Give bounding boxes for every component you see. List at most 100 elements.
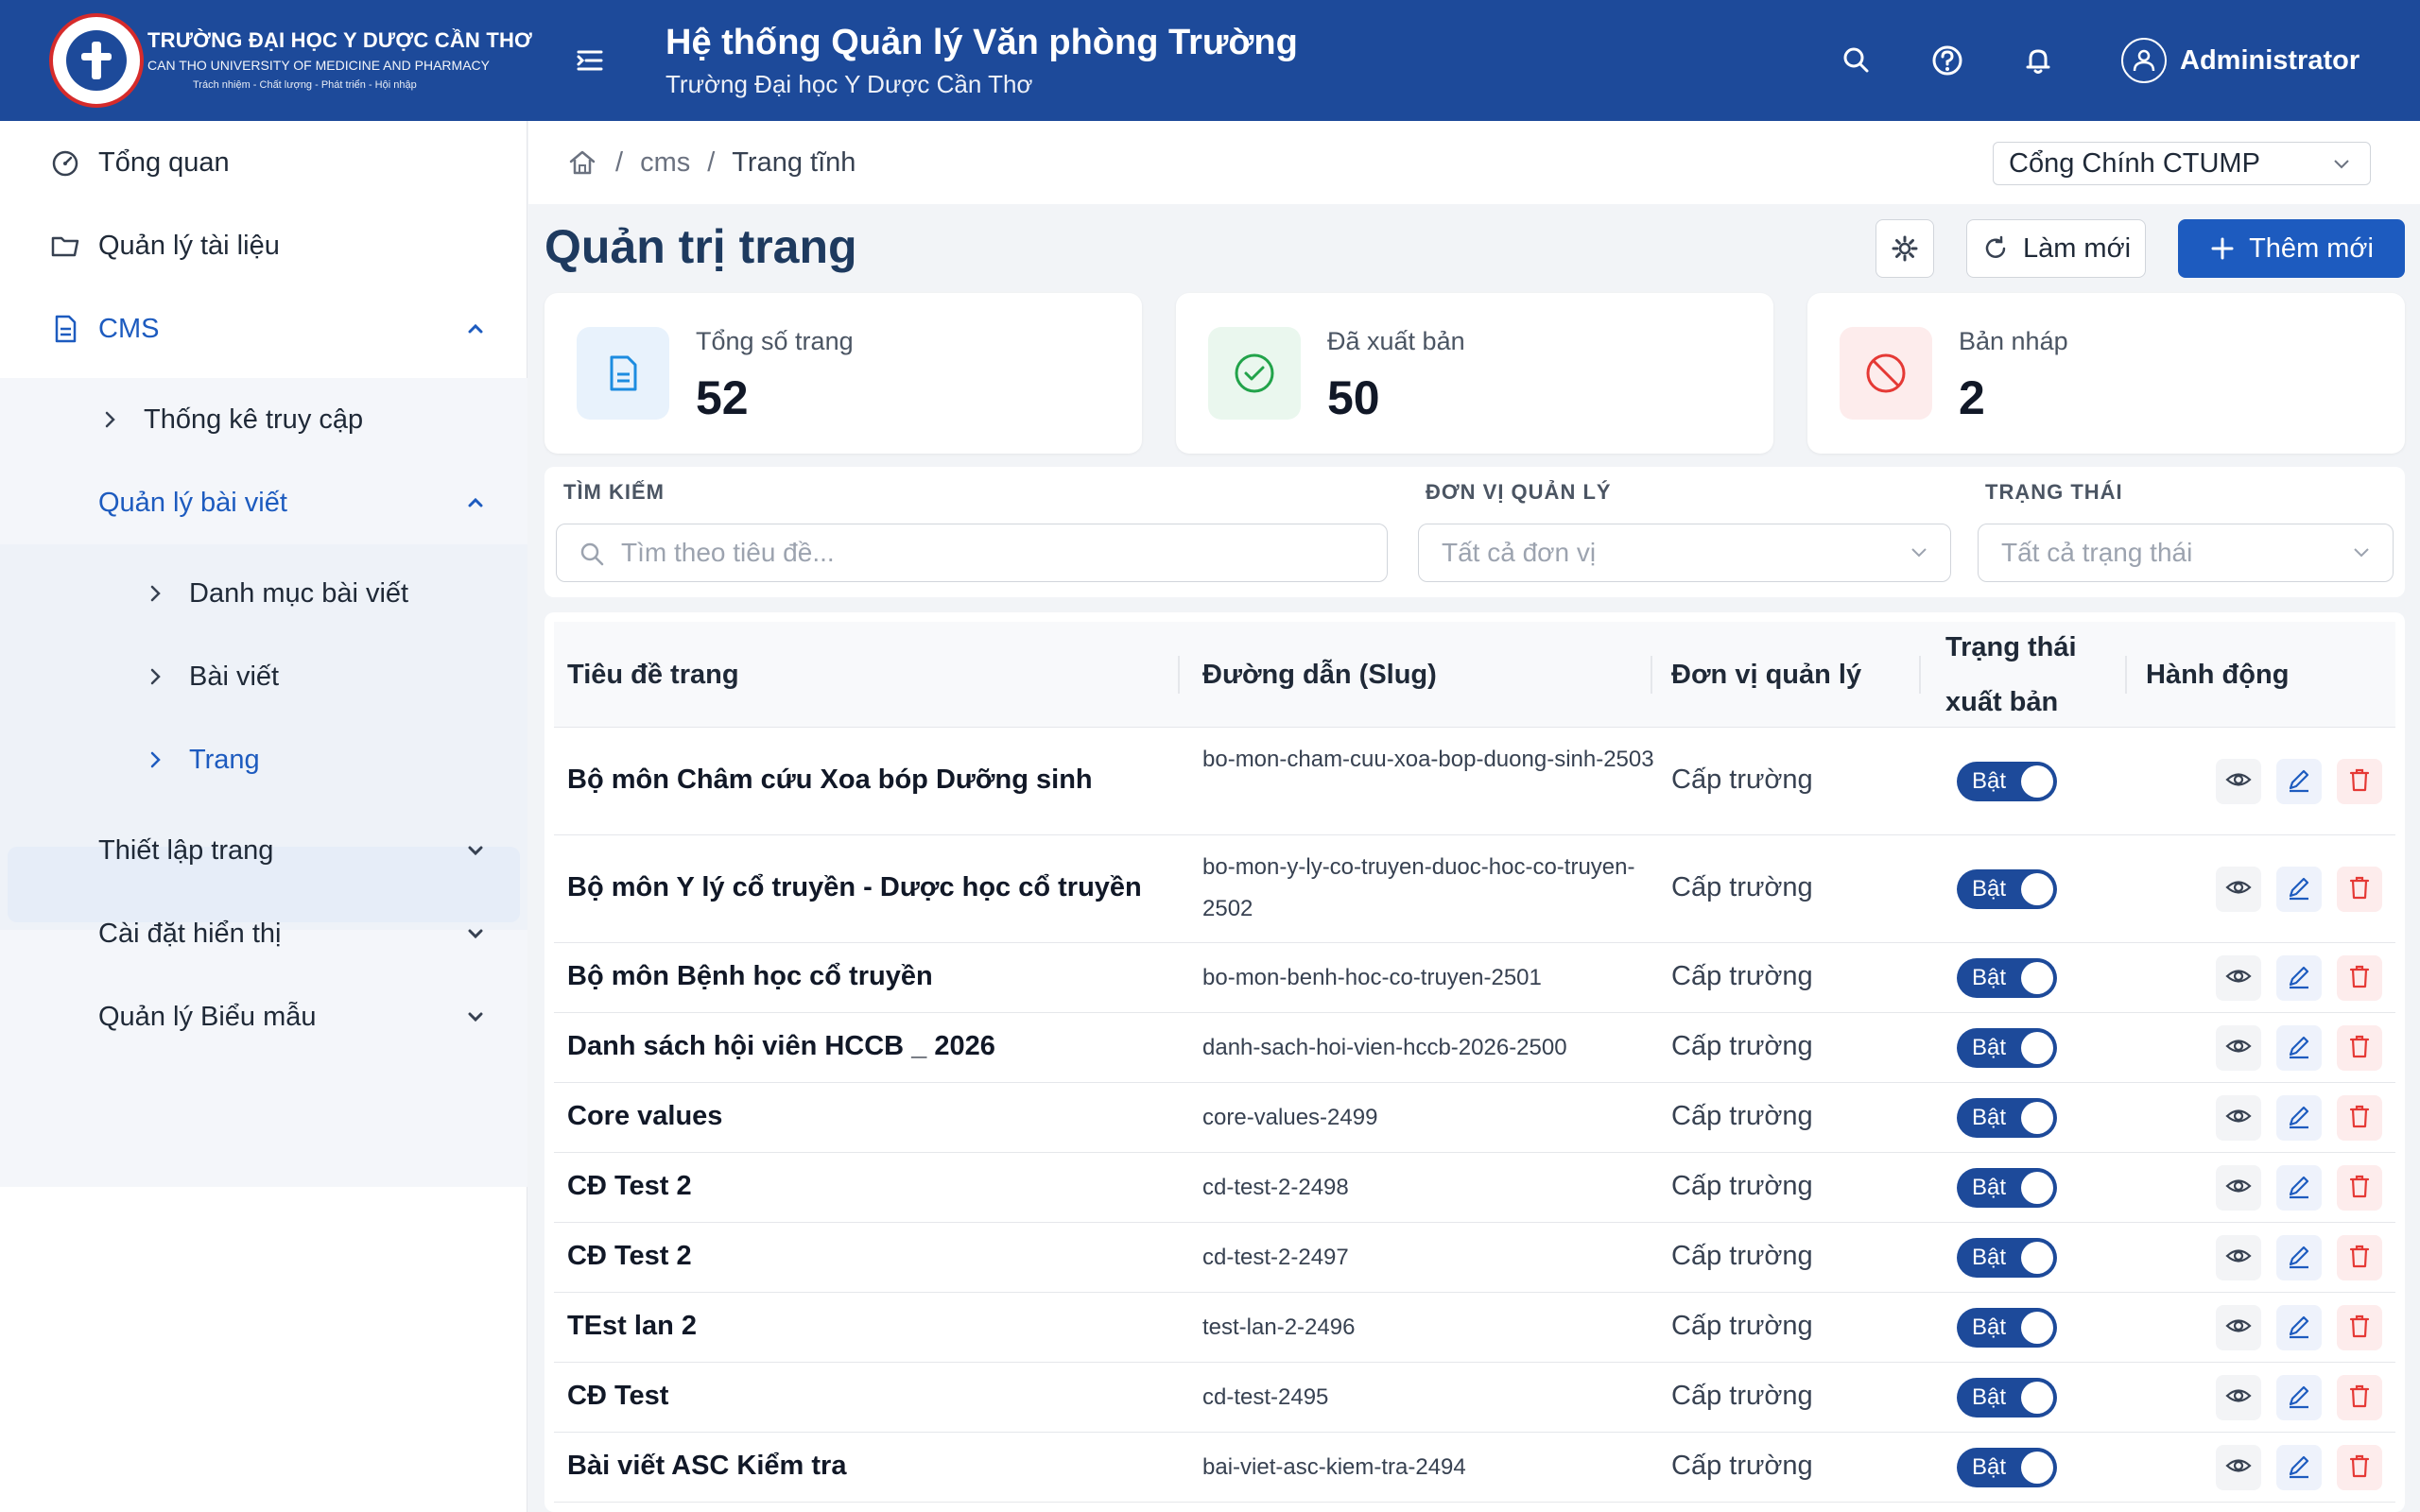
trash-icon [2345, 1312, 2374, 1345]
portal-select[interactable]: Cổng Chính CTUMP [1993, 142, 2371, 185]
column-header-unit[interactable]: Đơn vị quản lý [1671, 622, 1861, 728]
sidebar-item-post-categories[interactable]: Danh mục bài viết [0, 552, 527, 635]
page-title-cell[interactable]: Danh sách hội viên HCCB _ 2026 [567, 1031, 995, 1062]
search-icon[interactable] [1838, 42, 1876, 79]
chevron-down-icon [468, 929, 483, 939]
sidebar-item-display-settings[interactable]: Cài đặt hiển thị [0, 892, 527, 975]
refresh-icon [1985, 235, 2006, 258]
filter-panel: TÌM KIẾM Tìm theo tiêu đề... ĐƠN VỊ QUẢN… [544, 467, 2405, 597]
view-button[interactable] [2216, 1305, 2261, 1350]
delete-button[interactable] [2337, 1445, 2382, 1490]
table-row[interactable]: Danh sách hội viên HCCB _ 2026 danh-sach-… [554, 1013, 2395, 1083]
edit-button[interactable] [2276, 1165, 2322, 1211]
page-title-cell[interactable]: Bộ môn Bệnh học cổ truyền [567, 961, 933, 992]
settings-button[interactable] [1876, 219, 1934, 278]
publish-toggle[interactable]: Bật [1957, 1098, 2057, 1138]
table-row[interactable]: CĐ Test cd-test-2495 Cấp trường Bật [554, 1363, 2395, 1433]
sidebar-item-posts[interactable]: Bài viết [0, 635, 527, 718]
view-button[interactable] [2216, 1095, 2261, 1141]
publish-toggle[interactable]: Bật [1957, 1238, 2057, 1278]
publish-toggle[interactable]: Bật [1957, 1378, 2057, 1418]
trash-icon [2345, 1102, 2374, 1135]
page-title-cell[interactable]: CĐ Test [567, 1381, 668, 1412]
publish-toggle[interactable]: Bật [1957, 1308, 2057, 1348]
delete-button[interactable] [2337, 1235, 2382, 1280]
delete-button[interactable] [2337, 1305, 2382, 1350]
bell-icon[interactable] [2019, 42, 2057, 79]
edit-button[interactable] [2276, 1095, 2322, 1141]
page-title-cell[interactable]: Core values [567, 1101, 722, 1132]
view-button[interactable] [2216, 1445, 2261, 1490]
search-input[interactable]: Tìm theo tiêu đề... [556, 524, 1388, 582]
column-header-title[interactable]: Tiêu đề trang [567, 622, 739, 728]
view-button[interactable] [2216, 1235, 2261, 1280]
table-row[interactable]: Bài viết ASC Kiểm tra bai-viet-asc-kiem-t… [554, 1433, 2395, 1503]
table-row[interactable]: TEst lan 2 test-lan-2-2496 Cấp trường Bật [554, 1293, 2395, 1363]
publish-toggle[interactable]: Bật [1957, 762, 2057, 801]
user-menu[interactable]: Administrator [2121, 38, 2360, 83]
edit-button[interactable] [2276, 1235, 2322, 1280]
delete-button[interactable] [2337, 955, 2382, 1001]
edit-button[interactable] [2276, 1025, 2322, 1071]
view-button[interactable] [2216, 867, 2261, 912]
page-title-cell[interactable]: CĐ Test 2 [567, 1241, 692, 1272]
menu-icon[interactable] [571, 42, 609, 79]
sidebar-item-cms[interactable]: CMS [0, 287, 527, 370]
eye-icon [2224, 873, 2253, 906]
delete-button[interactable] [2337, 867, 2382, 912]
trash-icon [2345, 1032, 2374, 1065]
delete-button[interactable] [2337, 1165, 2382, 1211]
table-row[interactable]: CĐ Test 2 cd-test-2-2498 Cấp trường Bật [554, 1153, 2395, 1223]
sidebar-item-page-setup[interactable]: Thiết lập trang [0, 809, 527, 892]
page-title-cell[interactable]: Bộ môn Y lý cổ truyền - Dược học cổ truy… [567, 872, 1142, 903]
help-icon[interactable] [1928, 42, 1966, 79]
page-title-cell[interactable]: CĐ Test 2 [567, 1171, 692, 1202]
delete-button[interactable] [2337, 1095, 2382, 1141]
table-row[interactable]: Bộ môn Bệnh học cổ truyền bo-mon-benh-hoc… [554, 943, 2395, 1013]
view-button[interactable] [2216, 1025, 2261, 1071]
column-header-status[interactable]: Trạng thái xuất bản [1945, 622, 2097, 728]
publish-toggle[interactable]: Bật [1957, 1448, 2057, 1487]
view-button[interactable] [2216, 759, 2261, 804]
delete-button[interactable] [2337, 759, 2382, 804]
publish-toggle[interactable]: Bật [1957, 958, 2057, 998]
sidebar-item-documents[interactable]: Quản lý tài liệu [0, 204, 527, 287]
edit-button[interactable] [2276, 1375, 2322, 1420]
edit-button[interactable] [2276, 1445, 2322, 1490]
publish-toggle[interactable]: Bật [1957, 1168, 2057, 1208]
table-row[interactable]: Bộ môn Y lý cổ truyền - Dược học cổ truy… [554, 835, 2395, 943]
column-header-slug[interactable]: Đường dẫn (Slug) [1202, 622, 1437, 728]
publish-toggle[interactable]: Bật [1957, 1028, 2057, 1068]
delete-button[interactable] [2337, 1375, 2382, 1420]
status-select[interactable]: Tất cả trạng thái [1978, 524, 2394, 582]
page-title-cell[interactable]: TEst lan 2 [567, 1311, 697, 1342]
home-icon[interactable] [566, 146, 598, 179]
page-title-cell[interactable]: Bộ môn Châm cứu Xoa bóp Dưỡng sinh [567, 765, 1093, 796]
sidebar-item-overview[interactable]: Tổng quan [0, 121, 527, 204]
publish-toggle[interactable]: Bật [1957, 869, 2057, 909]
sidebar-item-access-stats[interactable]: Thống kê truy cập [0, 378, 527, 461]
pencil-icon [2285, 1172, 2313, 1205]
sidebar-item-pages[interactable]: Trang [0, 718, 527, 801]
unit-select[interactable]: Tất cả đơn vị [1418, 524, 1951, 582]
view-button[interactable] [2216, 1165, 2261, 1211]
delete-button[interactable] [2337, 1025, 2382, 1071]
sidebar-item-label: Cài đặt hiển thị [98, 918, 282, 949]
university-logo[interactable] [49, 13, 144, 108]
table-row[interactable]: Bộ môn Châm cứu Xoa bóp Dưỡng sinh bo-mon… [554, 728, 2395, 835]
page-title-cell[interactable]: Bài viết ASC Kiểm tra [567, 1451, 846, 1482]
edit-button[interactable] [2276, 867, 2322, 912]
edit-button[interactable] [2276, 1305, 2322, 1350]
edit-button[interactable] [2276, 759, 2322, 804]
sidebar-item-forms[interactable]: Quản lý Biểu mẫu [0, 975, 527, 1058]
table-row[interactable]: Core values core-values-2499 Cấp trường Bật [554, 1083, 2395, 1153]
refresh-button[interactable]: Làm mới [1966, 219, 2146, 278]
table-row[interactable]: CĐ Test 2 cd-test-2-2497 Cấp trường Bật [554, 1223, 2395, 1293]
breadcrumb-item-cms[interactable]: cms [640, 147, 690, 179]
view-button[interactable] [2216, 955, 2261, 1001]
edit-button[interactable] [2276, 955, 2322, 1001]
sidebar-item-post-management[interactable]: Quản lý bài viết [0, 461, 527, 544]
add-new-button[interactable]: Thêm mới [2178, 219, 2405, 278]
view-button[interactable] [2216, 1375, 2261, 1420]
unit-select-value: Tất cả đơn vị [1442, 538, 1597, 567]
